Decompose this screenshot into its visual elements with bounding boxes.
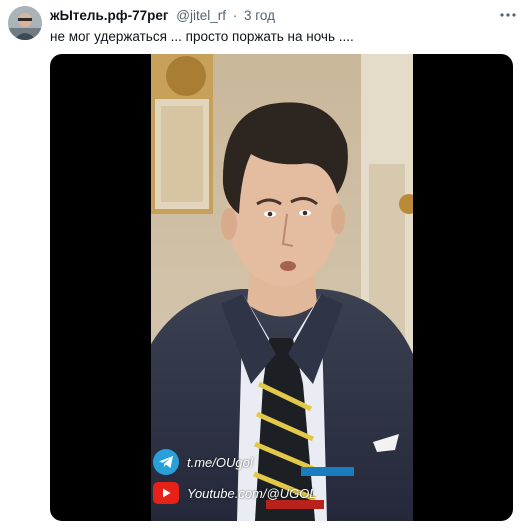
tweet-header: жЫтель.рф-77рег @jitel_rf · 3 год xyxy=(50,7,275,25)
avatar[interactable] xyxy=(8,6,42,40)
telegram-link: t.me/OUgol xyxy=(187,454,253,470)
telegram-watermark: t.me/OUgol xyxy=(153,449,253,475)
timestamp[interactable]: 3 год xyxy=(244,8,275,23)
author-name[interactable]: жЫтель.рф-77рег xyxy=(50,8,168,23)
youtube-watermark: Youtube.com/@UGOL xyxy=(153,480,317,506)
more-options-icon[interactable] xyxy=(497,6,519,24)
video-player[interactable]: t.me/OUgol Youtube.com/@UGOL xyxy=(50,54,513,521)
author-handle[interactable]: @jitel_rf xyxy=(176,8,226,23)
separator-dot: · xyxy=(232,8,238,23)
tweet[interactable]: жЫтель.рф-77рег @jitel_rf · 3 год не мог… xyxy=(0,0,529,528)
youtube-link: Youtube.com/@UGOL xyxy=(187,485,317,501)
telegram-icon xyxy=(153,449,179,475)
tweet-text: не мог удержаться ... просто поржать на … xyxy=(50,29,354,44)
youtube-icon xyxy=(153,482,179,504)
telegram-caption-bar xyxy=(301,467,354,476)
